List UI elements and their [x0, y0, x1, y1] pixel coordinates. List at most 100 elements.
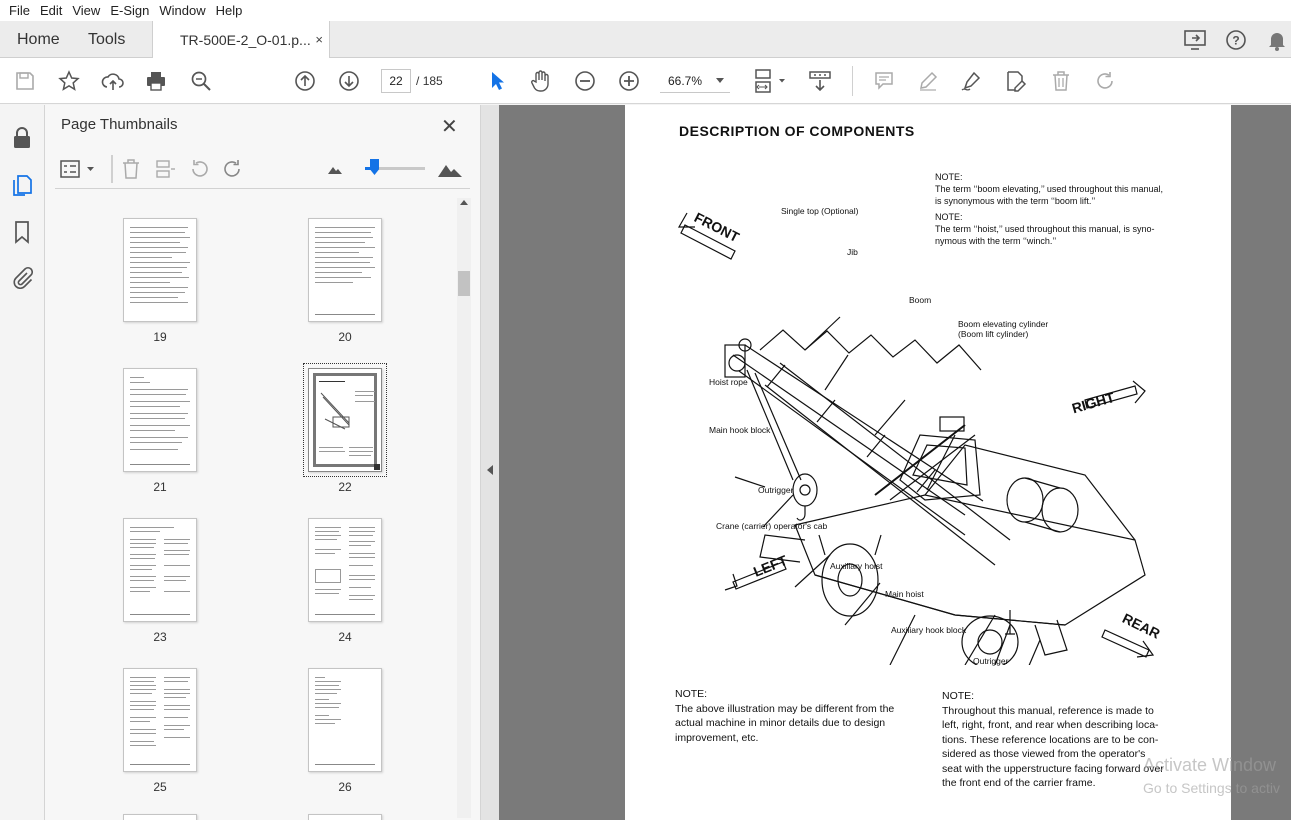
redo-icon[interactable]: [1091, 67, 1119, 95]
thumbnail-page-21[interactable]: [123, 368, 197, 472]
thumbnail-page-20[interactable]: [308, 218, 382, 322]
small-thumbnail-icon[interactable]: [325, 155, 345, 183]
label-boom-cylinder: Boom elevating cylinder (Boom lift cylin…: [958, 319, 1048, 339]
label-outrigger-bottom: Outrigger: [973, 656, 1009, 666]
main-toolbar: 22 / 185 66.7%: [0, 58, 1291, 104]
panel-close-icon[interactable]: ✕: [441, 114, 458, 139]
notification-bell-icon[interactable]: [1264, 27, 1290, 53]
page-title: DESCRIPTION OF COMPONENTS: [679, 123, 915, 139]
label-hoist-rope: Hoist rope: [709, 377, 748, 387]
tab-document[interactable]: TR-500E-2_O-01.p... ×: [152, 21, 330, 58]
save-icon[interactable]: [11, 67, 39, 95]
previous-page-icon[interactable]: [291, 67, 319, 95]
fit-page-icon[interactable]: [750, 67, 790, 95]
document-viewport[interactable]: DESCRIPTION OF COMPONENTS NOTE: The term…: [499, 105, 1291, 820]
page-number-input[interactable]: 22: [381, 69, 411, 93]
thumbnail-label: 22: [338, 480, 352, 494]
label-boom: Boom: [909, 295, 932, 305]
acrobat-window: File Edit View E-Sign Window Help Home T…: [0, 0, 1291, 820]
delete-icon[interactable]: [1047, 67, 1075, 95]
note-line: The term ‘‘boom elevating,’’ used throug…: [935, 184, 1163, 194]
panel-splitter[interactable]: [480, 105, 499, 820]
thumbnail-scrollbar[interactable]: [457, 198, 471, 818]
bottom-note-right: NOTE: Throughout this manual, reference …: [942, 689, 1164, 791]
thumbnail-label: 21: [153, 480, 167, 494]
zoom-in-icon[interactable]: [615, 67, 643, 95]
sign-pen-icon[interactable]: [958, 67, 986, 95]
left-rail: [0, 105, 45, 820]
hand-tool-icon[interactable]: [527, 67, 555, 95]
rotate-right-icon[interactable]: [221, 155, 245, 183]
thumbnail-label: 25: [153, 780, 167, 794]
thumbnail-label: 26: [338, 780, 352, 794]
page-total-count: 185: [422, 74, 443, 88]
menu-bar: File Edit View E-Sign Window Help: [0, 0, 1291, 21]
thumbnail-page-28[interactable]: [308, 814, 382, 820]
delete-page-icon[interactable]: [119, 155, 143, 183]
page-thumbnails-icon[interactable]: [9, 172, 35, 198]
zoom-out-icon[interactable]: [571, 67, 599, 95]
tab-tools[interactable]: Tools: [88, 21, 125, 58]
menu-esign[interactable]: E-Sign: [105, 3, 154, 18]
label-auxiliary-hoist: Auxiliary hoist: [830, 561, 883, 571]
note-line: The above illustration may be different …: [675, 702, 895, 715]
attachments-icon[interactable]: [9, 264, 35, 290]
thumbnail-options-icon[interactable]: [59, 155, 97, 183]
note-head: NOTE:: [675, 688, 708, 700]
thumbnail-page-26[interactable]: [308, 668, 382, 772]
print-icon[interactable]: [142, 67, 170, 95]
label-single-top: Single top (Optional): [781, 206, 859, 216]
thumbnail-label: 23: [153, 630, 167, 644]
thumbnail-page-25[interactable]: [123, 668, 197, 772]
bottom-note-left: NOTE: The above illustration may be diff…: [675, 687, 894, 745]
thumbnail-size-slider-thumb[interactable]: [370, 159, 379, 175]
share-screen-icon[interactable]: [1182, 27, 1208, 53]
insert-page-icon[interactable]: [153, 155, 177, 183]
label-boom-cylinder-line2: (Boom lift cylinder): [958, 329, 1029, 339]
chevron-down-icon: [716, 78, 724, 83]
thumbnail-grid: 19 20 21 22 23 24 25 26: [55, 200, 458, 820]
thumbnails-panel: Page Thumbnails ✕ 19 20 21 22 23 24 25 2…: [45, 105, 480, 820]
next-page-icon[interactable]: [335, 67, 363, 95]
help-icon[interactable]: ?: [1223, 27, 1249, 53]
note-line: tions. These reference locations are to …: [942, 733, 1159, 746]
bookmark-star-icon[interactable]: [55, 67, 83, 95]
thumbnail-page-24[interactable]: [308, 518, 382, 622]
thumbnail-page-23[interactable]: [123, 518, 197, 622]
highlight-pen-icon[interactable]: [914, 67, 942, 95]
label-operator-cab: Crane (carrier) operator's cab: [716, 521, 828, 531]
select-cursor-icon[interactable]: [484, 67, 512, 95]
scroll-up-arrow-icon[interactable]: [460, 200, 468, 205]
thumbnail-page-19[interactable]: [123, 218, 197, 322]
menu-help[interactable]: Help: [211, 3, 248, 18]
thumbnail-tools: [55, 151, 470, 189]
edit-document-icon[interactable]: [1002, 67, 1030, 95]
thumbnail-label: 20: [338, 330, 352, 344]
scrollbar-thumb[interactable]: [458, 271, 470, 296]
menu-file[interactable]: File: [4, 3, 35, 18]
page-total: / 185: [416, 74, 443, 88]
comment-icon[interactable]: [870, 67, 898, 95]
thumbnail-page-22[interactable]: [308, 368, 382, 472]
rotate-left-icon[interactable]: [187, 155, 211, 183]
bookmarks-icon[interactable]: [9, 219, 35, 245]
menu-edit[interactable]: Edit: [35, 3, 67, 18]
zoom-search-icon[interactable]: [187, 67, 215, 95]
upload-cloud-icon[interactable]: [99, 67, 127, 95]
zoom-level-dropdown[interactable]: 66.7%: [660, 69, 730, 93]
scroll-mode-icon[interactable]: [805, 67, 835, 95]
tab-close-icon[interactable]: ×: [315, 32, 323, 47]
label-main-hoist: Main hoist: [885, 589, 924, 599]
note-line: left, right, front, and rear when descri…: [942, 719, 1159, 731]
collapse-panel-arrow-icon[interactable]: [487, 465, 493, 475]
page-separator: /: [416, 74, 420, 88]
label-jib: Jib: [847, 247, 858, 257]
menu-window[interactable]: Window: [154, 3, 210, 18]
note-head: NOTE:: [935, 172, 963, 182]
lock-icon[interactable]: [9, 125, 35, 151]
menu-view[interactable]: View: [67, 3, 105, 18]
thumbnail-page-27[interactable]: [123, 814, 197, 820]
large-thumbnail-icon[interactable]: [435, 155, 465, 183]
tab-home[interactable]: Home: [17, 21, 60, 58]
pdf-page-22: DESCRIPTION OF COMPONENTS NOTE: The term…: [625, 105, 1231, 820]
